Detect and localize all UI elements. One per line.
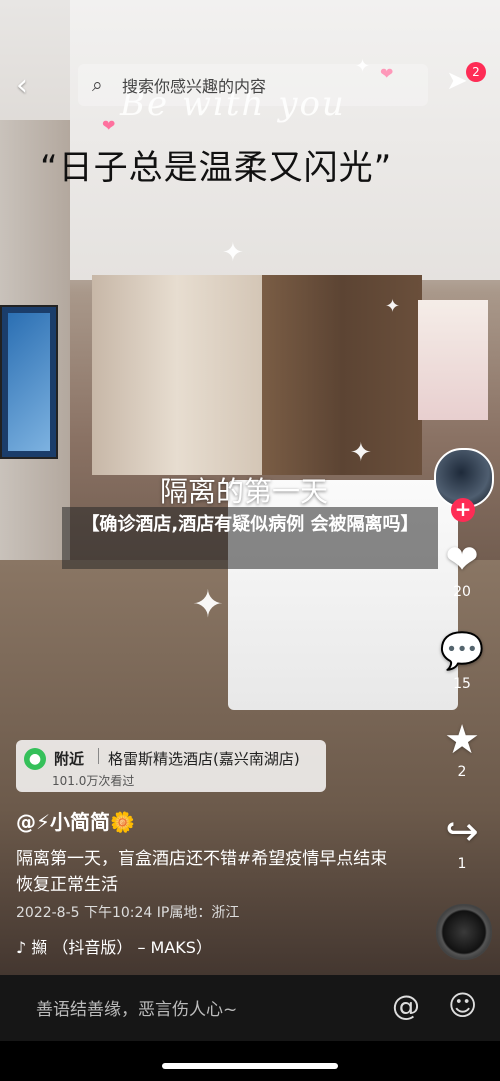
author-name[interactable]: @⚡小简简🌼 xyxy=(16,806,135,835)
tv-screen xyxy=(0,305,58,459)
like-count: 20 xyxy=(453,584,471,600)
home-indicator xyxy=(162,1063,338,1069)
first-day-caption: 隔离的第一天 xyxy=(160,475,329,508)
search-bar[interactable]: ⌕ 搜索你感兴趣的内容 xyxy=(78,64,428,106)
location-views: 101.0万次看过 xyxy=(52,774,135,788)
star-icon: ★ xyxy=(444,717,480,763)
music-disc[interactable] xyxy=(436,904,492,960)
comment-icon: 💬 xyxy=(439,631,485,672)
comment-input[interactable]: 善语结善缘，恶言伤人心~ xyxy=(36,995,237,1020)
comment-count: 15 xyxy=(453,676,471,692)
heart-icon: ❤ xyxy=(445,537,479,583)
overlay-quote: “日子总是温柔又闪光” xyxy=(40,148,393,188)
notification-badge: 2 xyxy=(466,62,486,82)
wall-painting xyxy=(418,300,488,420)
favorite-button[interactable]: ★ 2 xyxy=(438,718,486,780)
emoji-icon[interactable]: ☺ xyxy=(448,989,477,1022)
post-description: 隔离第一天，盲盒酒店还不错#希望疫情早点结束恢复正常生活 xyxy=(16,849,388,895)
like-button[interactable]: ❤ 20 xyxy=(438,538,486,600)
at-icon[interactable]: @ xyxy=(392,989,420,1022)
headline-banner: 【确诊酒店,酒店有疑似病例 会被隔离吗】 xyxy=(62,507,438,569)
sparkle: ✦ xyxy=(350,438,372,468)
sparkle: ✦ xyxy=(385,296,401,317)
follow-plus-button[interactable]: + xyxy=(451,498,475,522)
sparkle: ✦ xyxy=(222,238,244,268)
location-near-label: 附近 xyxy=(54,750,85,768)
search-icon: ⌕ xyxy=(92,74,103,96)
heart-sparkle: ❤ xyxy=(102,116,116,135)
post-meta: 2022-8-5 下午10:24 IP属地：浙江 xyxy=(16,905,240,921)
forward-icon: ↪ xyxy=(445,809,479,855)
music-title[interactable]: ♪ 㩪 （抖音版） – MAKS） xyxy=(16,934,212,958)
comment-bar: 善语结善缘，恶言伤人心~ @ ☺ xyxy=(0,975,500,1041)
comment-button[interactable]: 💬 15 xyxy=(438,630,486,692)
divider xyxy=(98,748,99,764)
back-icon[interactable]: ‹ xyxy=(16,68,46,103)
favorite-count: 2 xyxy=(457,764,467,780)
top-bar: ‹ ⌕ 搜索你感兴趣的内容 ➤ 2 xyxy=(0,58,500,114)
location-card[interactable]: ● 附近 格雷斯精选酒店(嘉兴南湖店) 101.0万次看过 xyxy=(16,740,326,792)
location-hotel-name: 格雷斯精选酒店(嘉兴南湖店) xyxy=(108,750,300,768)
sparkle: ✦ xyxy=(192,582,224,626)
curtain-left xyxy=(92,275,262,475)
share-count: 1 xyxy=(457,856,467,872)
location-pin-icon: ● xyxy=(24,748,46,770)
search-placeholder: 搜索你感兴趣的内容 xyxy=(122,77,267,96)
share-button[interactable]: ↪ 1 xyxy=(438,810,486,872)
